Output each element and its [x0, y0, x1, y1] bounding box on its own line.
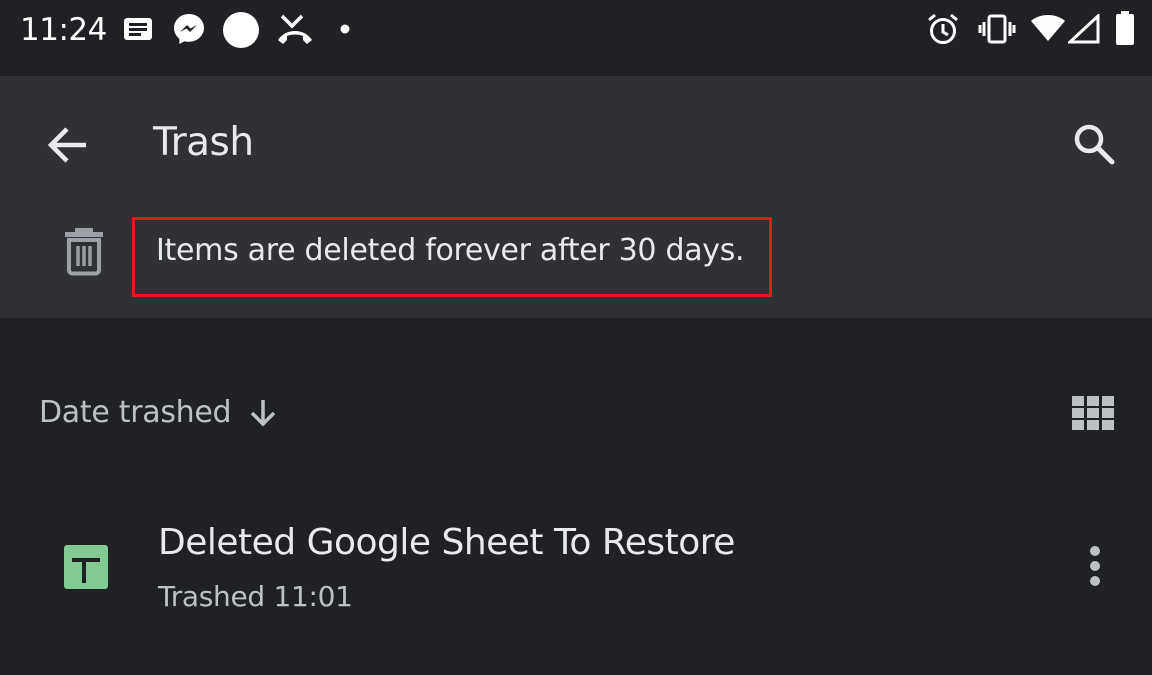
dot-icon: [340, 24, 350, 34]
vibrate-icon: [978, 14, 1016, 44]
messenger-icon: [174, 14, 204, 44]
trash-icon: [62, 226, 106, 281]
sheets-icon: [64, 545, 108, 594]
signal-icon: [1068, 14, 1100, 44]
wifi-icon: [1031, 15, 1065, 41]
file-name: Deleted Google Sheet To Restore: [158, 522, 735, 563]
more-vert-icon: [1090, 546, 1100, 586]
alarm-icon: [928, 13, 958, 44]
status-bar: 11:24: [0, 0, 1152, 76]
back-button[interactable]: [36, 114, 98, 176]
arrow-back-icon: [47, 127, 86, 163]
grid-view-button[interactable]: [1070, 394, 1116, 437]
missed-call-icon: [278, 14, 312, 44]
grid-view-icon: [1072, 396, 1114, 430]
page-title: Trash: [153, 120, 254, 165]
search-button[interactable]: [1062, 112, 1126, 176]
file-row[interactable]: [0, 500, 1152, 640]
status-time: 11:24: [20, 12, 107, 48]
file-trashed-time: Trashed 11:01: [158, 580, 353, 613]
message-icon: [124, 18, 152, 40]
more-options-button[interactable]: [1077, 542, 1113, 590]
search-icon: [1074, 124, 1115, 165]
arrow-down-icon: [251, 399, 276, 426]
circle-icon: [223, 12, 259, 48]
sort-control[interactable]: Date trashed: [39, 395, 277, 430]
notice-highlight-box: [132, 217, 772, 297]
sort-label: Date trashed: [39, 395, 232, 430]
battery-icon: [1116, 11, 1134, 45]
